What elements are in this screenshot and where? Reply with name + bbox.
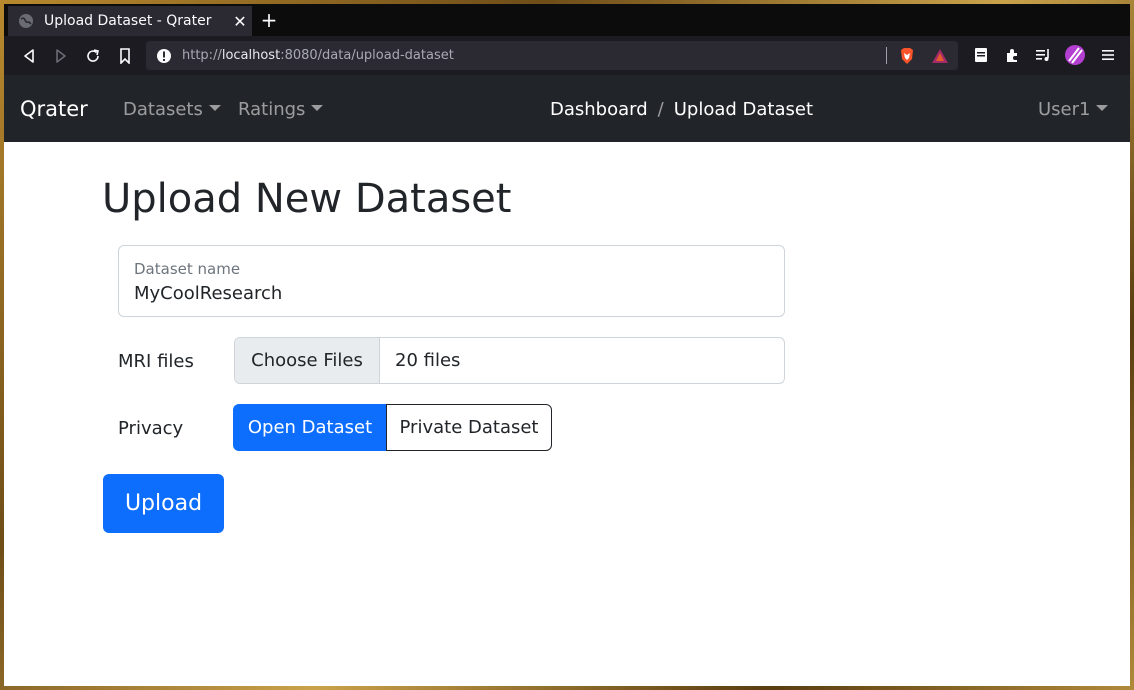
datasets-dropdown[interactable]: Datasets bbox=[123, 99, 221, 120]
dataset-name-label: Dataset name bbox=[134, 260, 241, 278]
tab-title: Upload Dataset - Qrater bbox=[44, 13, 212, 29]
globe-icon bbox=[19, 14, 33, 28]
info-icon[interactable] bbox=[156, 48, 172, 64]
new-tab-icon[interactable]: + bbox=[258, 8, 280, 32]
browser-tab[interactable]: Upload Dataset - Qrater ✕ bbox=[8, 6, 252, 36]
upload-button[interactable]: Upload bbox=[103, 474, 224, 533]
chevron-down-icon bbox=[208, 105, 221, 111]
extensions-icon[interactable] bbox=[1004, 46, 1022, 64]
profile-avatar-icon[interactable] bbox=[1064, 44, 1086, 66]
browser-window: Upload Dataset - Qrater ✕ + http://local… bbox=[4, 4, 1130, 686]
ratings-label: Ratings bbox=[238, 99, 306, 120]
files-selected-text: 20 files bbox=[395, 350, 461, 371]
page-title: Upload New Dataset bbox=[102, 176, 512, 222]
private-dataset-button[interactable]: Private Dataset bbox=[386, 404, 552, 451]
close-tab-icon[interactable]: ✕ bbox=[228, 12, 252, 31]
brave-shield-icon[interactable] bbox=[898, 47, 916, 65]
browser-toolbar: http://localhost:8080/data/upload-datase… bbox=[4, 36, 1130, 75]
forward-icon[interactable] bbox=[50, 45, 72, 67]
url-bar[interactable]: http://localhost:8080/data/upload-datase… bbox=[146, 41, 958, 70]
url-text: http://localhost:8080/data/upload-datase… bbox=[182, 48, 454, 63]
tab-bar: Upload Dataset - Qrater ✕ + bbox=[4, 4, 1130, 36]
ratings-dropdown[interactable]: Ratings bbox=[238, 99, 324, 120]
chevron-down-icon bbox=[311, 105, 324, 111]
user-label: User1 bbox=[1038, 99, 1091, 120]
open-dataset-button[interactable]: Open Dataset bbox=[233, 404, 387, 451]
mri-files-label: MRI files bbox=[118, 351, 194, 372]
reader-icon[interactable] bbox=[972, 46, 990, 64]
datasets-label: Datasets bbox=[123, 99, 203, 120]
media-icon[interactable] bbox=[1035, 46, 1053, 64]
breadcrumb-current: Upload Dataset bbox=[673, 99, 814, 120]
app-navbar: Qrater Datasets Ratings Dashboard / Upload… bbox=[4, 75, 1130, 142]
main-content: Upload New Dataset Dataset name MRI file… bbox=[4, 142, 1130, 686]
breadcrumb: Dashboard / Upload Dataset bbox=[550, 99, 813, 120]
bookmark-icon[interactable] bbox=[114, 45, 136, 67]
menu-icon[interactable] bbox=[1099, 46, 1117, 64]
back-icon[interactable] bbox=[18, 45, 40, 67]
dataset-name-field[interactable]: Dataset name bbox=[118, 245, 785, 317]
brand-logo[interactable]: Qrater bbox=[20, 97, 88, 121]
mri-file-input[interactable]: Choose Files 20 files bbox=[234, 337, 785, 384]
dataset-name-input[interactable] bbox=[134, 283, 764, 304]
privacy-toggle-group: Open Dataset Private Dataset bbox=[233, 404, 552, 451]
choose-files-button[interactable]: Choose Files bbox=[235, 338, 380, 383]
url-separator bbox=[886, 47, 887, 64]
reload-icon[interactable] bbox=[82, 45, 104, 67]
chevron-down-icon bbox=[1096, 105, 1109, 111]
brave-rewards-icon[interactable] bbox=[931, 47, 949, 65]
breadcrumb-separator: / bbox=[657, 99, 664, 120]
user-dropdown[interactable]: User1 bbox=[1038, 99, 1109, 120]
breadcrumb-dashboard[interactable]: Dashboard bbox=[550, 99, 648, 120]
privacy-label: Privacy bbox=[118, 418, 184, 439]
